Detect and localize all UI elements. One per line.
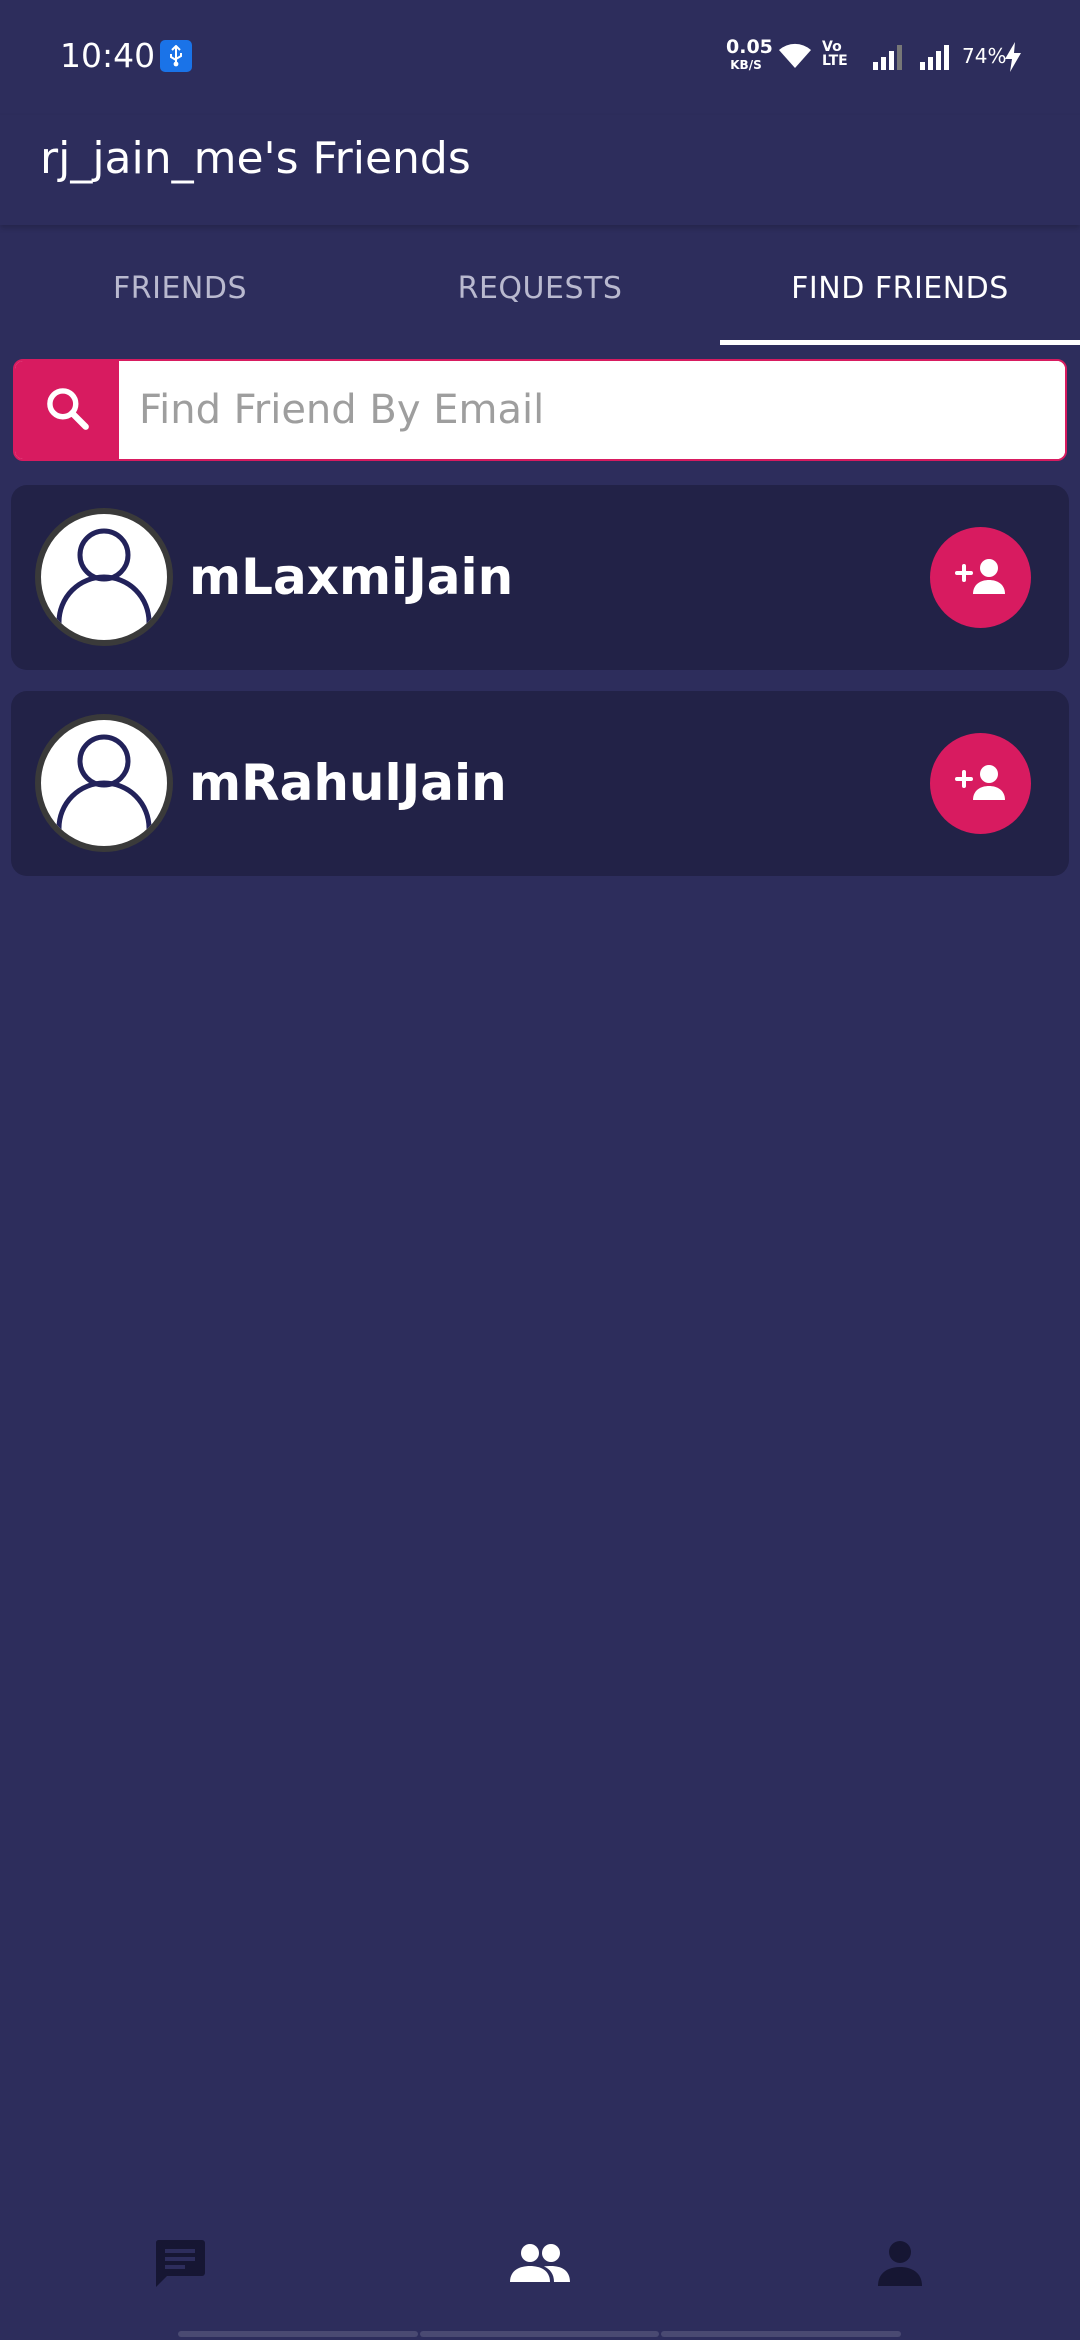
bottom-navigation: [0, 2210, 1080, 2320]
nav-divider: [661, 2331, 901, 2337]
search-button[interactable]: [15, 361, 119, 459]
user-name: mRahulJain: [189, 754, 507, 812]
usb-icon: [160, 40, 192, 72]
group-icon: [510, 2242, 570, 2288]
add-person-icon: [953, 556, 1009, 600]
network-speed: 0.05 KB/S: [726, 36, 773, 72]
battery-level: 74%: [962, 44, 1007, 68]
add-friend-button[interactable]: [930, 733, 1031, 834]
search-bar: [13, 359, 1067, 461]
volte-label: Vo LTE: [822, 39, 848, 69]
signal-icon-sim1: [873, 44, 907, 74]
user-card: mLaxmiJain: [11, 485, 1069, 670]
add-person-icon: [953, 762, 1009, 806]
signal-icon-sim2: [920, 44, 954, 74]
search-icon: [42, 383, 92, 437]
avatar: [35, 714, 173, 852]
nav-friends[interactable]: [360, 2210, 720, 2320]
search-input[interactable]: [119, 361, 1065, 459]
user-name: mLaxmiJain: [189, 548, 514, 606]
active-tab-indicator: [720, 340, 1080, 345]
nav-divider: [420, 2331, 659, 2337]
status-bar: 10:40 0.05 KB/S Vo LTE 74%: [0, 0, 1080, 115]
tab-bar: FRIENDS REQUESTS FIND FRIENDS: [0, 228, 1080, 348]
person-icon: [877, 2240, 923, 2290]
net-speed-value: 0.05: [726, 36, 773, 58]
nav-chats[interactable]: [0, 2210, 360, 2320]
net-speed-unit: KB/S: [730, 58, 762, 72]
user-card: mRahulJain: [11, 691, 1069, 876]
tab-requests[interactable]: REQUESTS: [360, 228, 720, 348]
nav-profile[interactable]: [720, 2210, 1080, 2320]
chat-icon: [153, 2237, 207, 2293]
status-time: 10:40: [60, 36, 156, 75]
volte-icon: Vo LTE: [822, 40, 848, 68]
page-title: rj_jain_me's Friends: [40, 133, 471, 184]
tab-find-friends[interactable]: FIND FRIENDS: [720, 228, 1080, 348]
charging-icon: [1004, 42, 1022, 76]
wifi-icon: [777, 40, 813, 74]
tab-friends[interactable]: FRIENDS: [0, 228, 360, 348]
app-bar: rj_jain_me's Friends: [0, 115, 1080, 225]
nav-divider: [178, 2331, 418, 2337]
avatar: [35, 508, 173, 646]
add-friend-button[interactable]: [930, 527, 1031, 628]
